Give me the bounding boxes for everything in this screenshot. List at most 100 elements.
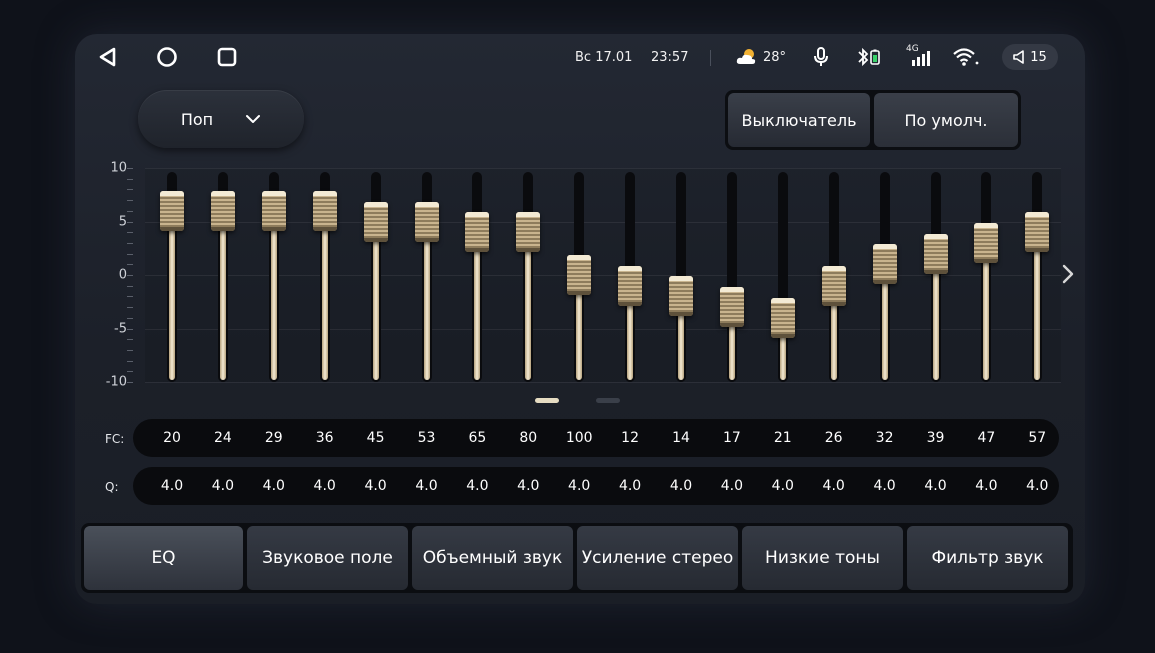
recents-icon[interactable] [216,46,238,68]
q-value[interactable]: 4.0 [402,478,452,494]
q-value[interactable]: 4.0 [911,478,961,494]
home-icon[interactable] [156,46,178,68]
tab-sound-field[interactable]: Звуковое поле [247,526,408,590]
slider-knob[interactable] [567,255,592,295]
page-indicator-active [535,398,559,403]
q-value[interactable]: 4.0 [656,478,706,494]
q-value[interactable]: 4.0 [503,478,553,494]
slider-knob[interactable] [974,222,999,263]
y-minor-tick [127,168,133,169]
weather-widget[interactable]: 28° [735,44,786,70]
eq-band-slider[interactable] [312,172,337,382]
volume-pill[interactable]: 15 [1002,44,1058,70]
tab-surround[interactable]: Объемный звук [412,526,573,590]
fc-value[interactable]: 21 [758,430,808,446]
slider-knob[interactable] [363,201,388,242]
fc-value[interactable]: 45 [351,430,401,446]
q-value[interactable]: 4.0 [605,478,655,494]
back-icon[interactable] [97,46,119,68]
eq-band-slider[interactable] [567,172,592,382]
y-tick-label: -5 [114,321,127,336]
fc-value[interactable]: 47 [961,430,1011,446]
q-value[interactable]: 4.0 [249,478,299,494]
q-value[interactable]: 4.0 [758,478,808,494]
eq-band-slider[interactable] [872,172,897,382]
eq-band-slider[interactable] [974,172,999,382]
eq-band-slider[interactable] [1025,172,1050,382]
eq-band-slider[interactable] [516,172,541,382]
y-minor-tick [127,339,133,341]
fc-value[interactable]: 12 [605,430,655,446]
slider-knob[interactable] [821,265,846,306]
q-value[interactable]: 4.0 [147,478,197,494]
tab-stereo-boost[interactable]: Усиление стерео [577,526,738,590]
q-value[interactable]: 4.0 [809,478,859,494]
fc-value[interactable]: 14 [656,430,706,446]
switch-button[interactable]: Выключатель [728,93,870,147]
slider-knob[interactable] [160,190,184,231]
fc-value[interactable]: 36 [300,430,350,446]
q-value[interactable]: 4.0 [300,478,350,494]
q-value[interactable]: 4.0 [961,478,1011,494]
eq-band-slider[interactable] [821,172,846,382]
slider-knob[interactable] [719,287,744,328]
fc-value[interactable]: 32 [860,430,910,446]
default-button[interactable]: По умолч. [874,93,1018,147]
page-indicator-inactive[interactable] [596,398,620,403]
fc-value[interactable]: 17 [707,430,757,446]
q-value[interactable]: 4.0 [198,478,248,494]
preset-dropdown[interactable]: Поп [138,90,304,148]
eq-band-slider[interactable] [160,172,184,382]
fc-value[interactable]: 53 [402,430,452,446]
eq-band-slider[interactable] [363,172,388,382]
slider-knob[interactable] [669,276,693,317]
slider-knob[interactable] [465,212,490,253]
eq-band-slider[interactable] [923,172,948,382]
eq-band-slider[interactable] [261,172,286,382]
fc-value[interactable]: 26 [809,430,859,446]
slider-knob[interactable] [516,212,541,253]
y-tick-label: 5 [118,214,127,229]
q-value[interactable]: 4.0 [1012,478,1062,494]
eq-band-slider[interactable] [210,172,235,382]
tab-sound-filter[interactable]: Фильтр звук [907,526,1068,590]
eq-band-slider[interactable] [618,172,643,382]
slider-fill [270,210,277,380]
fc-value[interactable]: 24 [198,430,248,446]
slider-knob[interactable] [261,190,286,231]
chevron-right-icon [1062,264,1074,284]
fc-value[interactable]: 20 [147,430,197,446]
slider-knob[interactable] [872,244,897,285]
fc-value[interactable]: 100 [554,430,604,446]
fc-value[interactable]: 39 [911,430,961,446]
fc-value[interactable]: 29 [249,430,299,446]
q-value[interactable]: 4.0 [860,478,910,494]
fc-value[interactable]: 57 [1012,430,1062,446]
slider-knob[interactable] [210,190,235,231]
tab-bass[interactable]: Низкие тоны [742,526,903,590]
q-value[interactable]: 4.0 [351,478,401,494]
slider-knob[interactable] [414,201,439,242]
wifi-icon [952,44,980,70]
eq-band-slider[interactable] [414,172,439,382]
next-page-arrow[interactable] [1058,262,1078,286]
slider-knob[interactable] [770,297,795,338]
slider-knob[interactable] [618,265,643,306]
fc-value[interactable]: 80 [503,430,553,446]
microphone-icon[interactable] [812,44,830,70]
slider-knob[interactable] [923,233,948,274]
tab-eq[interactable]: EQ [84,526,243,590]
slider-fill [372,221,379,380]
eq-band-slider[interactable] [770,172,795,382]
q-value[interactable]: 4.0 [554,478,604,494]
slider-knob[interactable] [312,190,337,231]
fc-value[interactable]: 65 [452,430,502,446]
q-value[interactable]: 4.0 [452,478,502,494]
y-minor-tick [127,285,133,287]
q-value[interactable]: 4.0 [707,478,757,494]
slider-knob[interactable] [1025,212,1050,253]
y-minor-tick [127,221,133,223]
eq-band-slider[interactable] [719,172,744,382]
eq-band-slider[interactable] [465,172,490,382]
eq-band-slider[interactable] [669,172,693,382]
